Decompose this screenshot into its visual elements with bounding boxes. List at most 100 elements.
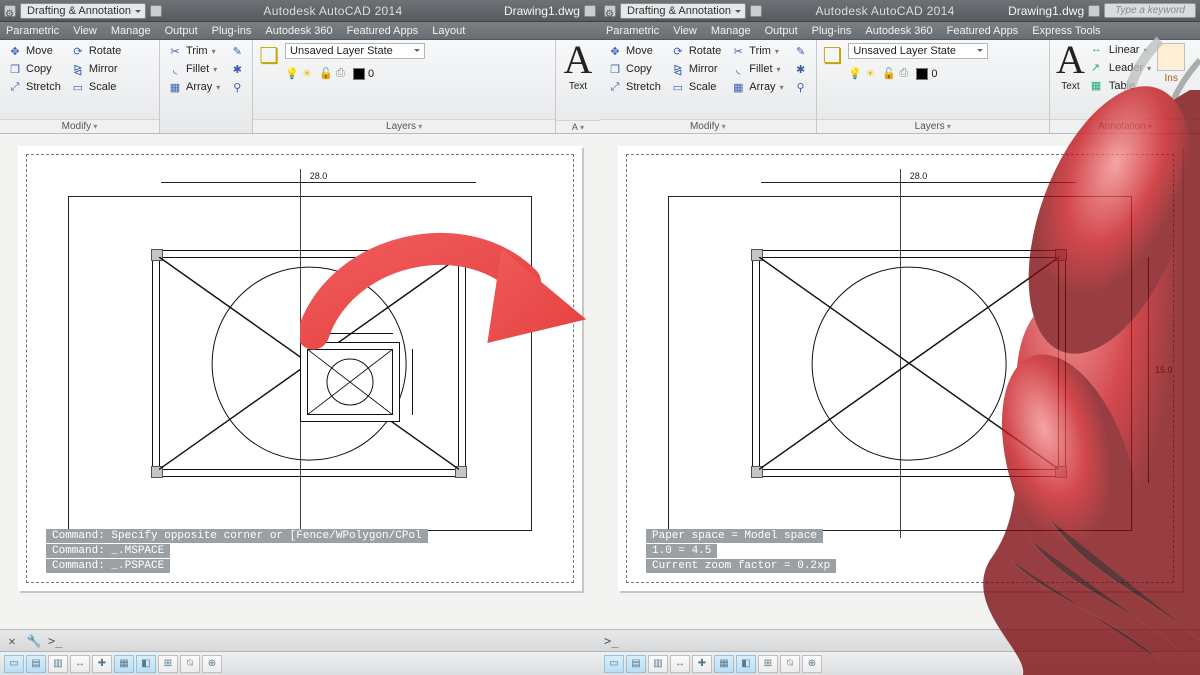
layer-properties-icon[interactable]: ❏ <box>823 43 843 69</box>
tool-icon[interactable]: ✎ <box>228 43 246 59</box>
panel-title[interactable]: Modify <box>0 119 159 133</box>
close-icon[interactable]: ✕ <box>4 633 20 649</box>
menu-item[interactable]: Plug-ins <box>212 25 252 37</box>
mirror-button[interactable]: ⧎Mirror <box>669 61 723 77</box>
array-button[interactable]: ▦Array <box>166 79 222 95</box>
copy-button[interactable]: ❐Copy <box>6 61 63 77</box>
rotate-button[interactable]: ⟳Rotate <box>69 43 123 59</box>
layer-current-dropdown[interactable]: 💡 ☀ 🔓 ⎙ 0 <box>285 67 425 81</box>
panel-title[interactable]: Layers <box>253 119 555 133</box>
menu-item[interactable]: View <box>73 25 97 37</box>
menu-item[interactable]: Parametric <box>606 25 659 37</box>
wrench-icon[interactable]: 🔧 <box>26 633 42 649</box>
circle <box>812 266 1007 461</box>
text-tool-icon[interactable]: A <box>1056 43 1085 77</box>
table-button[interactable]: ▦Table <box>1091 79 1151 93</box>
floating-viewport[interactable] <box>300 342 400 422</box>
layer-state-dropdown[interactable]: Unsaved Layer State <box>285 43 425 59</box>
color-swatch <box>916 68 928 80</box>
qat-button[interactable] <box>150 5 162 17</box>
panel-modify: ✥Move ❐Copy ⤢Stretch ⟳Rotate ⧎Mirror ▭Sc… <box>0 40 160 133</box>
status-toggle[interactable]: ⊞ <box>158 655 178 673</box>
text-tool-icon[interactable]: A <box>564 43 593 77</box>
status-toggle[interactable]: ▭ <box>604 655 624 673</box>
command-input-bar[interactable]: >_ <box>600 629 1200 651</box>
mirror-button[interactable]: ⧎Mirror <box>69 61 123 77</box>
command-line: Current zoom factor = 0.2xp <box>646 559 836 573</box>
tool-icon[interactable]: ⚲ <box>228 79 246 95</box>
paper-sheet: 28.0 15.0 Paper space = Model space <box>618 146 1182 591</box>
menu-item[interactable]: Express Tools <box>1032 25 1100 37</box>
menu-item[interactable]: Output <box>765 25 798 37</box>
insert-block-icon[interactable] <box>1157 43 1185 71</box>
trim-button[interactable]: ✂Trim <box>166 43 222 59</box>
menu-item[interactable]: Manage <box>711 25 751 37</box>
viewport[interactable]: 28.0 15.0 <box>668 196 1132 531</box>
menu-item[interactable]: Autodesk 360 <box>865 25 932 37</box>
menu-item[interactable]: Featured Apps <box>347 25 419 37</box>
drawing-area[interactable]: 28.0 Comman <box>0 134 600 651</box>
tool-icon[interactable]: ✱ <box>792 61 810 77</box>
status-toggle[interactable]: ↔ <box>670 655 690 673</box>
status-toggle[interactable]: ▥ <box>648 655 668 673</box>
linear-button[interactable]: ↔Linear <box>1091 43 1151 57</box>
close-button[interactable] <box>1088 5 1100 17</box>
stretch-button[interactable]: ⤢Stretch <box>6 79 63 95</box>
drawing-area[interactable]: 28.0 15.0 Paper space = Model space <box>600 134 1200 651</box>
tool-icon[interactable]: ✎ <box>792 43 810 59</box>
menu-item[interactable]: View <box>673 25 697 37</box>
status-toggle[interactable]: ▤ <box>626 655 646 673</box>
status-toggle[interactable]: ⍉ <box>780 655 800 673</box>
status-toggle[interactable]: ▭ <box>4 655 24 673</box>
status-toggle[interactable]: ⍉ <box>180 655 200 673</box>
gear-icon[interactable] <box>4 5 16 17</box>
status-toggle[interactable]: ◧ <box>736 655 756 673</box>
workspace-selector[interactable]: Drafting & Annotation <box>620 3 746 19</box>
fillet-button[interactable]: ◟Fillet <box>166 61 222 77</box>
menu-item[interactable]: Featured Apps <box>947 25 1019 37</box>
layer-current-dropdown[interactable]: 💡 ☀ 🔓 ⎙ 0 <box>848 67 988 81</box>
menu-item[interactable]: Autodesk 360 <box>265 25 332 37</box>
search-box[interactable]: Type a keyword <box>1104 3 1196 18</box>
layer-state-dropdown[interactable]: Unsaved Layer State <box>848 43 988 59</box>
panel-title[interactable]: Annotation <box>1050 119 1200 133</box>
status-toggle[interactable]: ⊞ <box>758 655 778 673</box>
trim-button[interactable]: ✂Trim <box>729 43 785 59</box>
status-toggle[interactable]: ↔ <box>70 655 90 673</box>
scale-button[interactable]: ▭Scale <box>669 79 723 95</box>
panel-title[interactable]: Modify <box>600 119 816 133</box>
status-toggle[interactable]: ▦ <box>714 655 734 673</box>
status-toggle[interactable]: ✚ <box>92 655 112 673</box>
command-input-bar[interactable]: ✕ 🔧 >_ <box>0 629 600 651</box>
array-button[interactable]: ▦Array <box>729 79 785 95</box>
minimize-button[interactable] <box>584 5 596 17</box>
status-toggle[interactable]: ⊕ <box>802 655 822 673</box>
menu-item[interactable]: Output <box>165 25 198 37</box>
status-toggle[interactable]: ✚ <box>692 655 712 673</box>
status-toggle[interactable]: ⊕ <box>202 655 222 673</box>
panel-title[interactable]: Layers <box>817 119 1049 133</box>
move-button[interactable]: ✥Move <box>6 43 63 59</box>
status-toggle[interactable]: ▤ <box>26 655 46 673</box>
menu-item[interactable]: Manage <box>111 25 151 37</box>
fillet-button[interactable]: ◟Fillet <box>729 61 785 77</box>
status-toggle[interactable]: ▥ <box>48 655 68 673</box>
stretch-button[interactable]: ⤢Stretch <box>606 79 663 95</box>
gear-icon[interactable] <box>604 5 616 17</box>
scale-button[interactable]: ▭Scale <box>69 79 123 95</box>
panel-title[interactable]: A <box>556 120 600 133</box>
menu-item[interactable]: Plug-ins <box>812 25 852 37</box>
workspace-selector[interactable]: Drafting & Annotation <box>20 3 146 19</box>
tool-icon[interactable]: ✱ <box>228 61 246 77</box>
leader-button[interactable]: ↗Leader <box>1091 61 1151 75</box>
tool-icon[interactable]: ⚲ <box>792 79 810 95</box>
qat-button[interactable] <box>750 5 762 17</box>
menu-item[interactable]: Layout <box>432 25 465 37</box>
layer-properties-icon[interactable]: ❏ <box>259 43 279 69</box>
move-button[interactable]: ✥Move <box>606 43 663 59</box>
status-toggle[interactable]: ◧ <box>136 655 156 673</box>
status-toggle[interactable]: ▦ <box>114 655 134 673</box>
menu-item[interactable]: Parametric <box>6 25 59 37</box>
rotate-button[interactable]: ⟳Rotate <box>669 43 723 59</box>
copy-button[interactable]: ❐Copy <box>606 61 663 77</box>
